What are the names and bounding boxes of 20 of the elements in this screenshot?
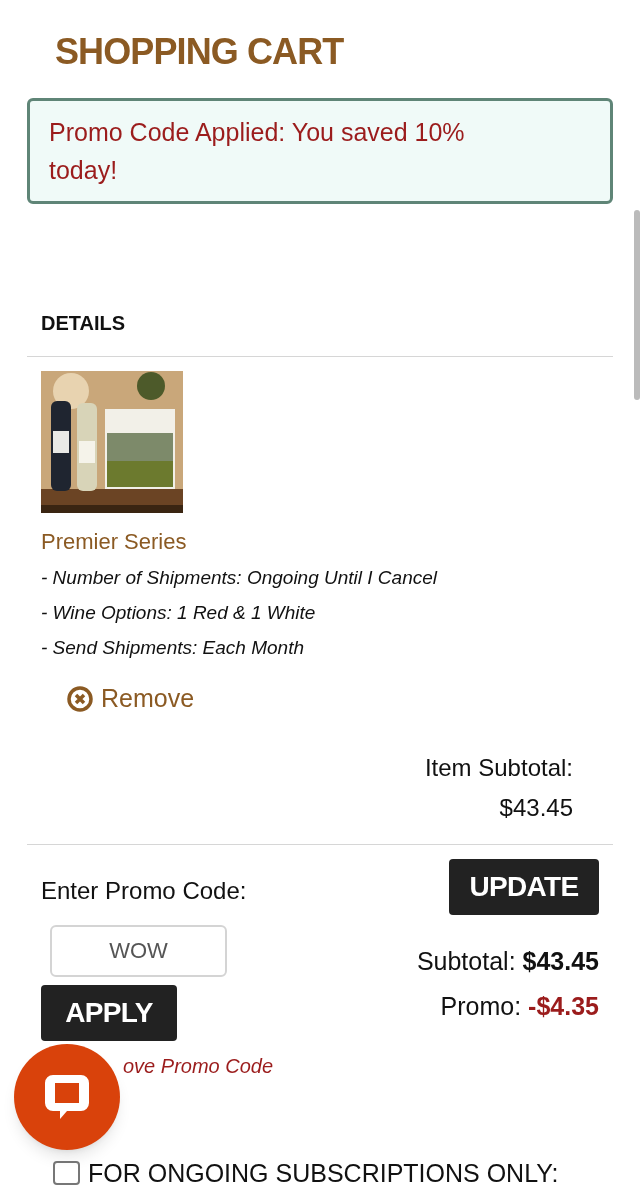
remove-button[interactable]: Remove (67, 680, 195, 718)
update-button[interactable]: UPDATE (449, 858, 599, 915)
product-option: - Send Shipments: Each Month (41, 634, 613, 662)
close-icon (67, 685, 93, 712)
subscription-checkbox[interactable] (53, 1161, 80, 1186)
item-subtotal-label: Item Subtotal: (424, 752, 573, 783)
remove-promo-code-link[interactable]: ove Promo Code (123, 1050, 274, 1081)
promo-code-label: Enter Promo Code: (41, 875, 248, 906)
apply-button[interactable]: APPLY (41, 984, 177, 1041)
subtotal-text: Subtotal: $43.45 (416, 945, 599, 977)
promo-discount-text: Promo: -$4.35 (440, 991, 599, 1022)
promo-code-field[interactable]: WOW (50, 924, 227, 977)
product-option: - Number of Shipments: Ongoing Until I Cancel (41, 564, 613, 592)
page-title: SHOPPING CART (55, 30, 345, 74)
product-option: - Wine Options: 1 Red & 1 White (41, 599, 613, 627)
subscription-label: FOR ONGOING SUBSCRIPTIONS ONLY: (88, 1157, 559, 1189)
item-subtotal-value: $43.45 (499, 792, 573, 823)
product-name[interactable]: Premier Series (41, 529, 187, 554)
promo-alert: Promo Code Applied: You saved 10% today! (27, 98, 613, 204)
details-heading: DETAILS (41, 312, 126, 334)
